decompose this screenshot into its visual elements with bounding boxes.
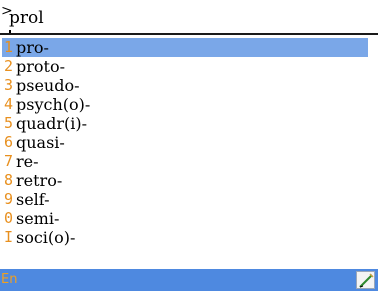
suggestion-item[interactable]: 1 pro- xyxy=(2,38,368,57)
edit-button[interactable] xyxy=(356,271,375,289)
suggestion-hotkey: 2 xyxy=(4,57,14,75)
suggestion-hotkey: 8 xyxy=(4,171,14,189)
suggestion-item[interactable]: 2 proto- xyxy=(0,57,378,76)
suggestion-item[interactable]: 0 semi- xyxy=(0,209,378,228)
suggestion-item[interactable]: 7 re- xyxy=(0,152,378,171)
suggestion-item[interactable]: 9 self- xyxy=(0,190,378,209)
suggestion-item[interactable]: 6 quasi- xyxy=(0,133,378,152)
suggestion-word: soci(o)- xyxy=(16,228,76,247)
input-bar[interactable]: > prol xyxy=(0,0,378,35)
suggestion-word: pro- xyxy=(16,38,49,57)
suggestion-word: psych(o)- xyxy=(16,95,91,114)
suggestion-hotkey: 6 xyxy=(4,133,14,151)
pencil-icon xyxy=(359,273,374,288)
language-indicator[interactable]: En xyxy=(1,272,17,288)
suggestion-hotkey: 3 xyxy=(4,76,14,94)
suggestion-hotkey: 5 xyxy=(4,114,14,132)
suggestion-item[interactable]: 5 quadr(i)- xyxy=(0,114,378,133)
suggestion-word: semi- xyxy=(16,209,60,228)
suggestion-word: quadr(i)- xyxy=(16,114,87,133)
suggestion-hotkey: 4 xyxy=(4,95,14,113)
suggestion-word: proto- xyxy=(16,57,65,76)
suggestion-item[interactable]: 3 pseudo- xyxy=(0,76,378,95)
suggestion-hotkey: 7 xyxy=(4,152,14,170)
suggestion-word: retro- xyxy=(16,171,63,190)
suggestion-word: self- xyxy=(16,190,50,209)
word-completion-window: > prol 1 pro- 2 proto- 3 pseudo- 4 psych(o)- 5 qu… xyxy=(0,0,378,291)
suggestion-hotkey: 0 xyxy=(4,209,14,227)
suggestion-word: pseudo- xyxy=(16,76,80,95)
status-bar: En xyxy=(0,269,378,291)
suggestion-hotkey: 1 xyxy=(4,38,14,56)
search-input[interactable]: prol xyxy=(9,8,44,28)
suggestion-word: quasi- xyxy=(16,133,65,152)
text-caret xyxy=(9,30,11,33)
suggestion-item[interactable]: Isoci(o)- xyxy=(0,228,378,247)
suggestion-item[interactable]: 4 psych(o)- xyxy=(0,95,378,114)
suggestion-list: 1 pro- 2 proto- 3 pseudo- 4 psych(o)- 5 quadr(i)-… xyxy=(0,38,378,247)
suggestion-item[interactable]: 8 retro- xyxy=(0,171,378,190)
suggestion-word: re- xyxy=(16,152,39,171)
suggestion-hotkey: 9 xyxy=(4,190,14,208)
suggestion-hotkey: I xyxy=(4,228,14,246)
